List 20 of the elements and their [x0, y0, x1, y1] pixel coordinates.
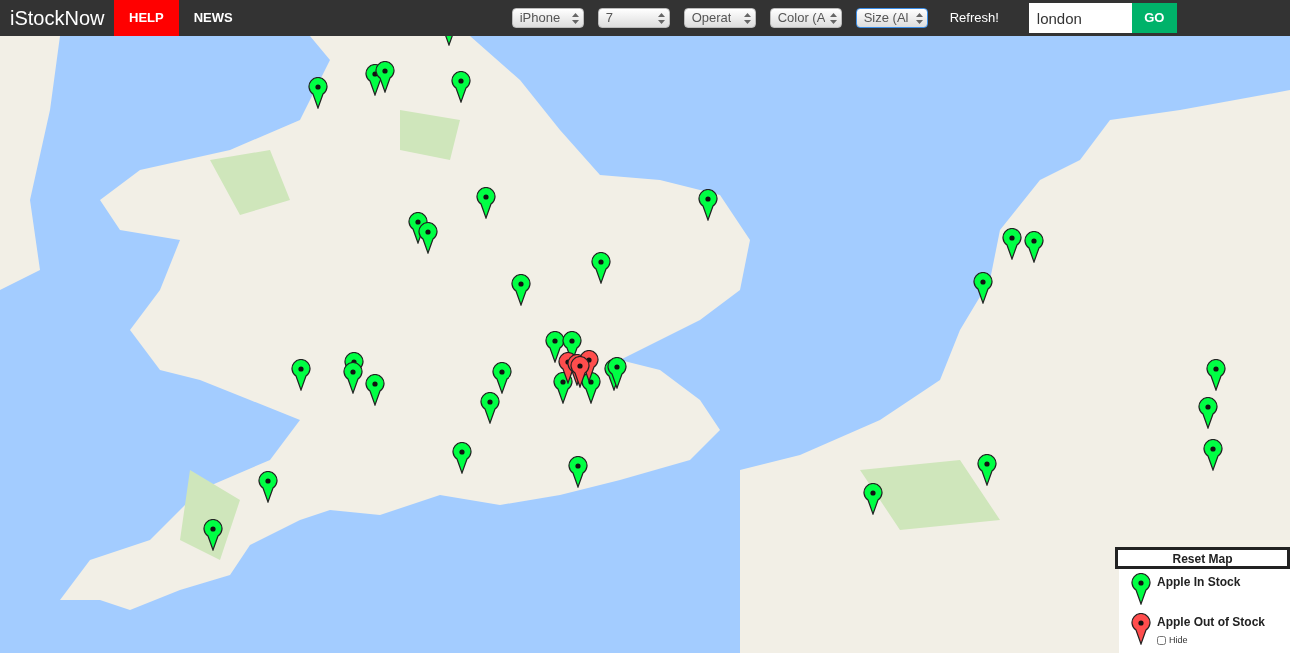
legend-label: Apple Out of Stock	[1157, 613, 1265, 631]
nav-tab[interactable]: NEWS	[178, 0, 248, 36]
select-arrows-icon	[743, 12, 751, 24]
reset-map-button[interactable]: Reset Map	[1115, 546, 1290, 569]
select-arrows-icon	[657, 12, 665, 24]
filter-select[interactable]: 7	[597, 8, 670, 28]
hide-label: Hide	[1169, 633, 1188, 647]
select-arrows-icon	[915, 12, 923, 24]
hide-checkbox[interactable]	[1157, 635, 1166, 645]
nav-tab[interactable]: HELP	[114, 0, 179, 36]
site-logo[interactable]: iStockNow	[0, 3, 114, 33]
filter-select[interactable]: Color (A	[769, 8, 842, 28]
refresh-link[interactable]: Refresh!	[949, 8, 999, 28]
search-field[interactable]: london	[1028, 3, 1132, 33]
filter-select[interactable]: Operat	[683, 8, 756, 28]
select-arrows-icon	[829, 12, 837, 24]
filter-select[interactable]: Size (Al	[855, 8, 928, 28]
legend-label: Apple In Stock	[1157, 573, 1241, 591]
select-arrows-icon	[571, 12, 579, 24]
filter-select[interactable]: iPhone	[511, 8, 584, 28]
